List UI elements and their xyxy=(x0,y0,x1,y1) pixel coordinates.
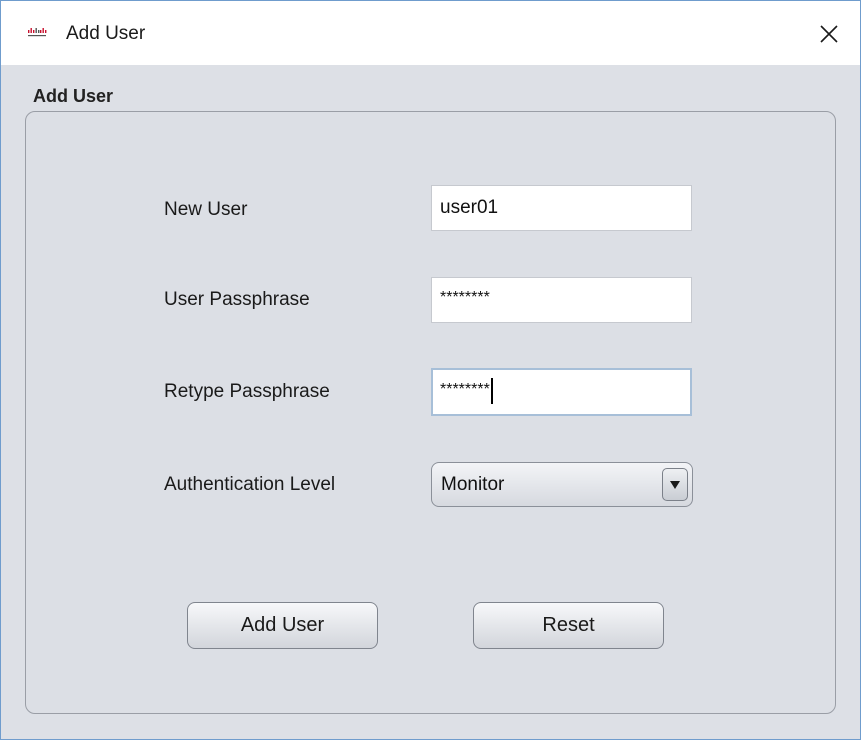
authentication-level-value: Monitor xyxy=(441,474,505,495)
close-icon xyxy=(820,25,838,43)
text-caret xyxy=(490,377,493,404)
reset-button[interactable]: Reset xyxy=(473,602,664,649)
triangle-down-icon xyxy=(670,480,680,489)
cisco-logo-icon xyxy=(28,28,47,37)
window-title: Add User xyxy=(66,23,146,44)
retype-passphrase-label: Retype Passphrase xyxy=(164,381,330,402)
close-button[interactable] xyxy=(809,15,849,53)
title-bar: Add User xyxy=(1,1,860,65)
new-user-input[interactable]: user01 xyxy=(431,185,692,231)
authentication-level-label: Authentication Level xyxy=(164,474,336,495)
new-user-value: user01 xyxy=(440,197,499,218)
retype-passphrase-value: ******** xyxy=(440,381,490,398)
user-passphrase-value: ******** xyxy=(440,289,490,306)
retype-passphrase-input[interactable]: ******** xyxy=(431,368,692,416)
authentication-level-select[interactable]: Monitor xyxy=(431,462,693,507)
dropdown-arrow-button[interactable] xyxy=(662,468,688,501)
add-user-button[interactable]: Add User xyxy=(187,602,378,649)
user-passphrase-input[interactable]: ******** xyxy=(431,277,692,323)
new-user-label: New User xyxy=(164,199,248,220)
user-passphrase-label: User Passphrase xyxy=(164,289,310,310)
panel-title: Add User xyxy=(33,86,114,106)
add-user-window: Add User Add User New User user01 User P… xyxy=(0,0,861,740)
